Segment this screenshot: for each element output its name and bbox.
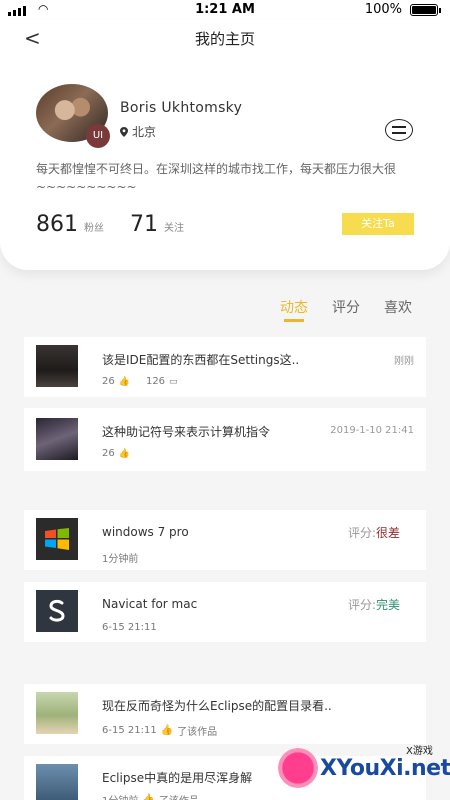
follow-count[interactable]: 71 xyxy=(130,212,158,237)
comment-icon: ▭ xyxy=(169,376,178,387)
rating-time: 1分钟前 xyxy=(102,554,139,565)
post-title: 这种助记符号来表示计算机指令 xyxy=(102,425,271,439)
post-thumbnail xyxy=(36,418,78,460)
post-time: 2019-1-10 21:41 xyxy=(330,425,414,436)
comment-count: 126 xyxy=(145,376,166,387)
liked-item[interactable]: 现在反而奇怪为什么Eclipse的配置目录看.. 6-15 21:11 👍 了该… xyxy=(24,684,426,744)
watermark-text: XYouXi.net xyxy=(320,756,450,781)
rating-title: windows 7 pro xyxy=(102,525,189,539)
gamepad-icon xyxy=(278,748,318,788)
message-icon[interactable] xyxy=(385,119,413,141)
windows-flag-icon xyxy=(45,528,69,550)
post-meta: 26 👍 xyxy=(102,448,142,459)
post-meta: 26 👍 126 ▭ xyxy=(102,376,190,387)
battery-tip xyxy=(439,8,441,13)
location-pin-icon xyxy=(120,126,128,137)
like-count: 26 xyxy=(102,376,115,387)
post-thumbnail xyxy=(36,345,78,387)
thumbs-up-icon: 👍 xyxy=(142,794,155,800)
score-value: 很差 xyxy=(375,526,400,540)
watermark-small-text: X游戏 xyxy=(406,746,433,757)
post-item[interactable]: 这种助记符号来表示计算机指令 2019-1-10 21:41 26 👍 xyxy=(24,408,426,471)
liked-time: 1分钟前 xyxy=(102,792,138,800)
liked-action: 了该作品 xyxy=(159,792,199,800)
liked-meta: 1分钟前 👍 了该作品 xyxy=(102,792,199,800)
liked-title: Eclipse中真的是用尽浑身解 xyxy=(102,771,253,785)
post-time: 刚刚 xyxy=(394,356,414,367)
follow-label: 关注 xyxy=(164,223,184,234)
battery-percent: 100% xyxy=(364,2,402,17)
follow-button[interactable]: 关注Ta xyxy=(342,213,414,235)
rating-score: 评分:完美 xyxy=(348,596,400,613)
fans-count[interactable]: 861 xyxy=(36,212,78,237)
tab-likes[interactable]: 喜欢 xyxy=(384,297,412,317)
stats: 861 粉丝 71 关注 xyxy=(36,212,210,237)
user-bio: 每天都惶惶不可终日。在深圳这样的城市找工作，每天都压力很大很~~~~~~~~~~ xyxy=(36,162,397,194)
like-count: 26 xyxy=(102,448,115,459)
rating-item[interactable]: windows 7 pro 评分:很差 1分钟前 xyxy=(24,510,426,570)
windows-logo-icon xyxy=(36,518,78,560)
rating-title: Navicat for mac xyxy=(102,597,198,611)
navicat-logo-icon xyxy=(36,590,78,632)
profile-card: < 我的主页 UI Boris Ukhtomsky 北京 每天都惶惶不可终日。在… xyxy=(0,20,450,270)
liked-time: 6-15 21:11 xyxy=(102,725,157,736)
score-label: 评分: xyxy=(347,526,376,540)
liked-thumbnail xyxy=(36,692,78,734)
user-name: Boris Ukhtomsky xyxy=(120,100,243,116)
tab-activity[interactable]: 动态 xyxy=(280,297,308,317)
liked-meta: 6-15 21:11 👍 了该作品 xyxy=(102,723,217,738)
rating-item[interactable]: Navicat for mac 评分:完美 6-15 21:11 xyxy=(24,582,426,642)
battery-icon xyxy=(410,4,438,16)
thumbs-up-icon: 👍 xyxy=(160,725,174,736)
fans-label: 粉丝 xyxy=(84,223,104,234)
location: 北京 xyxy=(120,123,156,140)
watermark-logo: X游戏 XYouXi.net xyxy=(278,742,450,800)
status-bar: ◠ 1:21 AM 100% xyxy=(0,0,450,20)
content-tabs: 动态 评分 喜欢 xyxy=(280,297,412,317)
rating-score: 评分:很差 xyxy=(348,524,400,541)
score-value: 完美 xyxy=(375,598,400,612)
post-item[interactable]: 该是IDE配置的东西都在Settings这.. 刚刚 26 👍 126 ▭ xyxy=(24,337,426,397)
tab-ratings[interactable]: 评分 xyxy=(332,297,360,317)
thumbs-up-icon: 👍 xyxy=(118,448,130,459)
score-label: 评分: xyxy=(347,598,376,612)
thumbs-up-icon: 👍 xyxy=(118,376,130,387)
rating-time: 6-15 21:11 xyxy=(102,622,157,633)
avatar[interactable]: UI xyxy=(36,84,110,148)
avatar-badge: UI xyxy=(86,124,110,148)
page-title: 我的主页 xyxy=(194,30,255,48)
liked-action: 了该作品 xyxy=(177,727,218,738)
liked-title: 现在反而奇怪为什么Eclipse的配置目录看.. xyxy=(102,699,332,713)
post-title: 该是IDE配置的东西都在Settings这.. xyxy=(102,353,300,367)
location-text: 北京 xyxy=(132,125,157,139)
liked-thumbnail xyxy=(36,764,78,800)
navicat-s-icon xyxy=(49,599,65,622)
